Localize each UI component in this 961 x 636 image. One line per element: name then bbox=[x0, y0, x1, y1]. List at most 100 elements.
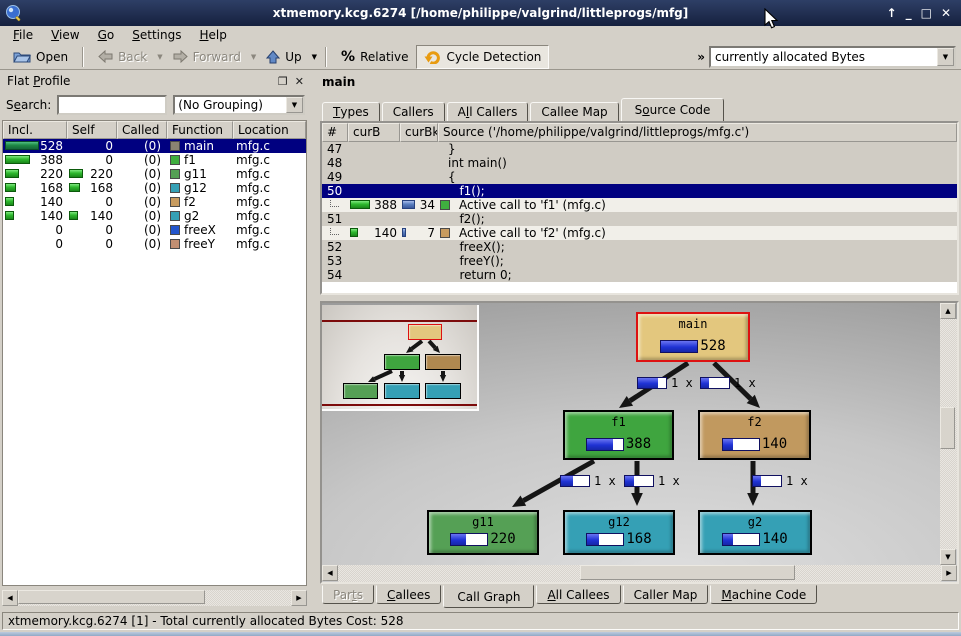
graph-node[interactable]: g2 140 bbox=[698, 510, 812, 555]
relative-toggle-button[interactable]: % Relative bbox=[333, 45, 416, 69]
forward-button[interactable]: Forward bbox=[165, 45, 249, 69]
scroll-right-icon[interactable]: ▶ bbox=[291, 590, 307, 606]
splitter[interactable] bbox=[313, 70, 320, 610]
graph-node[interactable]: f1 388 bbox=[563, 410, 674, 460]
column-header[interactable]: curB bbox=[348, 123, 400, 142]
source-line[interactable]: 53 freeY(); bbox=[322, 254, 957, 268]
edge-label[interactable]: 1 x bbox=[637, 376, 693, 390]
column-header[interactable]: Incl. bbox=[3, 121, 67, 139]
chevron-down-icon[interactable]: ▼ bbox=[286, 97, 303, 113]
column-header[interactable]: Called bbox=[117, 121, 167, 139]
scrollbar-track[interactable] bbox=[18, 590, 291, 606]
graph-node[interactable]: g12 168 bbox=[563, 510, 675, 555]
tab[interactable]: All Callees bbox=[536, 585, 620, 604]
scrollbar-thumb[interactable] bbox=[580, 565, 795, 580]
horizontal-scrollbar[interactable]: ◀ ▶ bbox=[322, 565, 957, 582]
grouping-combobox[interactable]: (No Grouping) ▼ bbox=[173, 95, 305, 115]
tab[interactable]: Caller Map bbox=[623, 585, 709, 604]
column-header[interactable]: Source ('/home/philippe/valgrind/littlep… bbox=[438, 123, 957, 142]
edge-label[interactable]: 1 x bbox=[752, 474, 808, 488]
scroll-up-icon[interactable]: ▲ bbox=[940, 303, 956, 319]
back-dropdown-icon[interactable]: ▼ bbox=[157, 53, 162, 61]
scrollbar-track[interactable] bbox=[338, 565, 941, 582]
column-header[interactable]: Self bbox=[67, 121, 117, 139]
back-button[interactable]: Back bbox=[90, 45, 155, 69]
edge-label[interactable]: 1 x bbox=[700, 376, 756, 390]
self-bar bbox=[69, 169, 83, 178]
source-line[interactable]: 54 return 0; bbox=[322, 268, 957, 282]
call-graph-canvas[interactable]: main 528 f1 388 f2 140 g11 220 g12 168 bbox=[322, 303, 957, 582]
source-line[interactable]: 47 } bbox=[322, 142, 957, 156]
curbk-cell bbox=[400, 254, 438, 268]
source-line[interactable]: 51 f2(); bbox=[322, 212, 957, 226]
tab[interactable]: Machine Code bbox=[710, 585, 817, 604]
tab[interactable]: All Callers bbox=[447, 102, 529, 121]
tab[interactable]: Callee Map bbox=[530, 102, 618, 121]
scrollbar-thumb[interactable] bbox=[18, 590, 205, 604]
scrollbar-thumb[interactable] bbox=[940, 407, 955, 449]
self-cell: 0 bbox=[67, 153, 117, 167]
column-header[interactable]: Location bbox=[233, 121, 306, 139]
graph-node[interactable]: g11 220 bbox=[427, 510, 539, 555]
shade-button[interactable]: ↑ bbox=[887, 5, 897, 21]
close-button[interactable]: ✕ bbox=[941, 5, 951, 21]
tab[interactable]: Types bbox=[322, 102, 380, 121]
menu-item[interactable]: Go bbox=[89, 27, 124, 43]
scroll-left-icon[interactable]: ◀ bbox=[322, 565, 338, 581]
search-label: Search: bbox=[6, 98, 51, 112]
source-line[interactable]: 49 { bbox=[322, 170, 957, 184]
graph-overview-map[interactable] bbox=[322, 305, 479, 411]
maximize-button[interactable]: □ bbox=[921, 5, 932, 21]
chevron-down-icon[interactable]: ▼ bbox=[937, 48, 954, 66]
edge-label[interactable]: 1 x bbox=[624, 474, 680, 488]
tab[interactable]: Parts bbox=[322, 585, 374, 604]
scroll-right-icon[interactable]: ▶ bbox=[941, 565, 957, 581]
up-dropdown-icon[interactable]: ▼ bbox=[312, 53, 317, 61]
menu-item[interactable]: Help bbox=[190, 27, 235, 43]
search-input[interactable] bbox=[57, 95, 167, 115]
tab[interactable]: Callees bbox=[376, 585, 441, 604]
tab[interactable]: Source Code bbox=[621, 98, 725, 121]
menu-item[interactable]: View bbox=[42, 27, 88, 43]
column-header[interactable]: # bbox=[322, 123, 348, 142]
dock-float-icon[interactable]: ❐ bbox=[278, 75, 288, 88]
table-row[interactable]: 388 0 (0) f1 mfg.c bbox=[3, 153, 306, 167]
table-row[interactable]: 140 0 (0) f2 mfg.c bbox=[3, 195, 306, 209]
table-row[interactable]: 220 220 (0) g11 mfg.c bbox=[3, 167, 306, 181]
edge-call-count: 1 x bbox=[734, 376, 756, 390]
scrollbar-track[interactable] bbox=[940, 319, 957, 549]
table-row[interactable]: 140 140 (0) g2 mfg.c bbox=[3, 209, 306, 223]
dock-close-icon[interactable]: ✕ bbox=[295, 75, 304, 88]
horizontal-scrollbar[interactable]: ◀ ▶ bbox=[2, 590, 307, 606]
table-row[interactable]: 0 0 (0) freeY mfg.c bbox=[3, 237, 306, 251]
column-header[interactable]: Function bbox=[167, 121, 233, 139]
table-row[interactable]: 528 0 (0) main mfg.c bbox=[3, 139, 306, 153]
source-line[interactable]: 52 freeX(); bbox=[322, 240, 957, 254]
graph-node[interactable]: main 528 bbox=[636, 312, 750, 362]
curb-cell bbox=[348, 254, 400, 268]
toolbar-overflow-button[interactable]: » bbox=[693, 50, 709, 64]
source-line[interactable]: 388 34 Active call to 'f1' (mfg.c) bbox=[322, 198, 957, 212]
table-row[interactable]: 168 168 (0) g12 mfg.c bbox=[3, 181, 306, 195]
menu-item[interactable]: Settings bbox=[123, 27, 190, 43]
scroll-left-icon[interactable]: ◀ bbox=[2, 590, 18, 606]
vertical-scrollbar[interactable]: ▲ ▼ bbox=[940, 303, 957, 565]
edge-label[interactable]: 1 x bbox=[560, 474, 616, 488]
open-button[interactable]: Open bbox=[5, 45, 76, 69]
cycle-detection-button[interactable]: Cycle Detection bbox=[416, 45, 549, 69]
up-button[interactable]: Up bbox=[258, 45, 309, 69]
tab[interactable]: Call Graph bbox=[443, 585, 534, 608]
metric-combobox[interactable]: currently allocated Bytes ▼ bbox=[709, 46, 956, 68]
source-line[interactable]: 48 int main() bbox=[322, 156, 957, 170]
scroll-down-icon[interactable]: ▼ bbox=[940, 549, 956, 565]
minimize-button[interactable]: _ bbox=[906, 5, 912, 21]
node-label: f1 bbox=[565, 415, 672, 429]
source-line[interactable]: 140 7 Active call to 'f2' (mfg.c) bbox=[322, 226, 957, 240]
menu-item[interactable]: File bbox=[4, 27, 42, 43]
column-header[interactable]: curBk bbox=[400, 123, 438, 142]
table-row[interactable]: 0 0 (0) freeX mfg.c bbox=[3, 223, 306, 237]
forward-dropdown-icon[interactable]: ▼ bbox=[251, 53, 256, 61]
tab[interactable]: Callers bbox=[382, 102, 445, 121]
source-line[interactable]: 50 f1(); bbox=[322, 184, 957, 198]
graph-node[interactable]: f2 140 bbox=[698, 410, 811, 460]
